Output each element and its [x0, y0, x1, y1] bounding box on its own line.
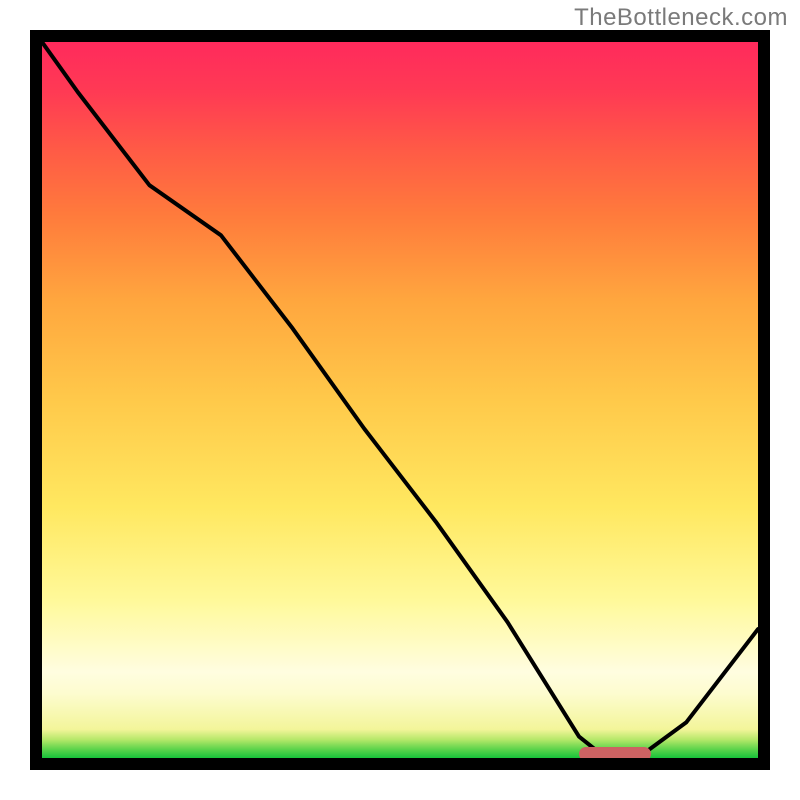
plot-area [42, 42, 758, 758]
plot-axes [30, 30, 770, 770]
chart-frame: TheBottleneck.com [0, 0, 800, 800]
watermark-text: TheBottleneck.com [574, 4, 788, 32]
bottleneck-curve [42, 42, 758, 758]
optimal-range-marker [579, 747, 651, 758]
